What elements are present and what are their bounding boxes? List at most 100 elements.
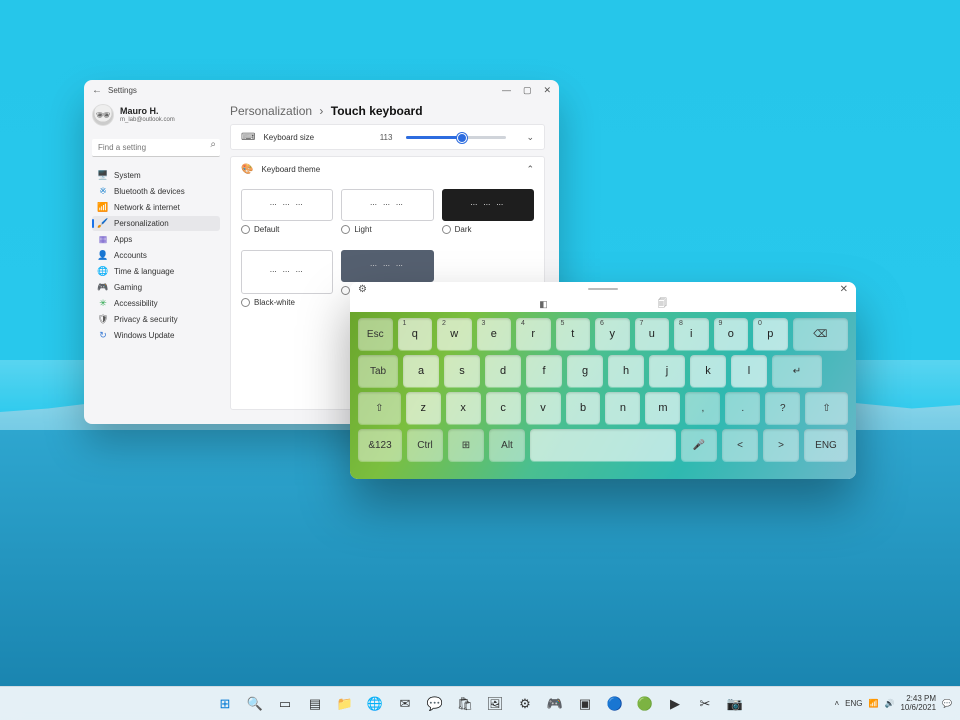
key-Esc[interactable]: Esc: [358, 318, 393, 350]
key-v[interactable]: v: [526, 392, 561, 424]
theme-radio[interactable]: Default: [241, 225, 333, 234]
sidebar-item-pers[interactable]: 🖌️Personalization: [92, 216, 220, 231]
sidebar-item-apps[interactable]: ▦Apps: [92, 232, 220, 247]
taskbar-explorer[interactable]: 📁: [333, 692, 357, 716]
taskbar-app2[interactable]: 🟢: [633, 692, 657, 716]
key-Tab[interactable]: Tab: [358, 355, 398, 387]
taskbar-widgets[interactable]: ▤: [303, 692, 327, 716]
key->[interactable]: >: [763, 429, 799, 461]
key-Ctrl[interactable]: Ctrl: [407, 429, 443, 461]
key-y[interactable]: 6y: [595, 318, 630, 350]
key-s[interactable]: s: [444, 355, 480, 387]
key-r[interactable]: 4r: [516, 318, 551, 350]
search-input[interactable]: [92, 139, 220, 157]
key-.[interactable]: .: [725, 392, 760, 424]
user-block[interactable]: 🕶 Mauro H. m_lab@outlook.com: [92, 104, 220, 126]
sidebar-item-acct[interactable]: 👤Accounts: [92, 248, 220, 263]
gear-icon[interactable]: ⚙: [358, 284, 367, 295]
tk-close-button[interactable]: ✕: [840, 284, 848, 295]
key-⌫[interactable]: ⌫: [793, 318, 849, 350]
taskbar-app3[interactable]: ▶: [663, 692, 687, 716]
taskbar-store[interactable]: 🛍: [453, 692, 477, 716]
clock[interactable]: 2:43 PM 10/6/2021: [900, 695, 936, 713]
settings-titlebar[interactable]: ← Settings — ▢ ✕: [84, 80, 559, 100]
theme-option-default[interactable]: Default: [241, 189, 333, 234]
taskbar-taskview[interactable]: ▭: [273, 692, 297, 716]
sidebar-item-time[interactable]: 🌐Time & language: [92, 264, 220, 279]
key-m[interactable]: m: [645, 392, 680, 424]
key-n[interactable]: n: [605, 392, 640, 424]
key-⊞[interactable]: ⊞: [448, 429, 484, 461]
sidebar-item-acc[interactable]: ✳Accessibility: [92, 296, 220, 311]
tray-lang[interactable]: ENG: [845, 699, 862, 708]
volume-icon[interactable]: 🔊: [884, 699, 894, 708]
chevron-up-icon[interactable]: ⌃: [526, 164, 534, 175]
key-l[interactable]: l: [731, 355, 767, 387]
touch-keyboard-window[interactable]: ⚙ ✕ ◧ 🗐 Esc1q2w3e4r5t6y7u8i9o0p⌫ Tabasdf…: [350, 282, 856, 479]
minimize-button[interactable]: —: [502, 85, 511, 95]
key-Alt[interactable]: Alt: [489, 429, 525, 461]
key-e[interactable]: 3e: [477, 318, 512, 350]
key-↵[interactable]: ↵: [772, 355, 822, 387]
tk-titlebar[interactable]: ⚙ ✕: [350, 282, 856, 296]
size-slider[interactable]: [406, 136, 506, 139]
key-q[interactable]: 1q: [398, 318, 433, 350]
key-b[interactable]: b: [566, 392, 601, 424]
key-w[interactable]: 2w: [437, 318, 472, 350]
sidebar-item-system[interactable]: 🖥️System: [92, 168, 220, 183]
key-⇧[interactable]: ⇧: [358, 392, 401, 424]
back-button[interactable]: ←: [92, 85, 102, 96]
search-box[interactable]: ⌕: [92, 137, 220, 157]
key-t[interactable]: 5t: [556, 318, 591, 350]
key-<[interactable]: <: [722, 429, 758, 461]
key-🎤[interactable]: 🎤: [681, 429, 717, 461]
taskbar-edge[interactable]: 🌐: [363, 692, 387, 716]
notifications-icon[interactable]: 💬: [942, 699, 952, 708]
key-g[interactable]: g: [567, 355, 603, 387]
taskbar-start[interactable]: ⊞: [213, 692, 237, 716]
taskbar-snip[interactable]: ✂: [693, 692, 717, 716]
theme-option-light[interactable]: Light: [341, 189, 433, 234]
key-c[interactable]: c: [486, 392, 521, 424]
taskbar[interactable]: ⊞🔍▭▤📁🌐✉💬🛍🖼⚙🎮▣🔵🟢▶✂📷 ˄ ENG 📶 🔊 2:43 PM 10/…: [0, 686, 960, 720]
taskbar-camera[interactable]: 📷: [723, 692, 747, 716]
taskbar-mail[interactable]: ✉: [393, 692, 417, 716]
theme-header[interactable]: 🎨 Keyboard theme ⌃: [231, 157, 544, 181]
key-o[interactable]: 9o: [714, 318, 749, 350]
taskbar-settings[interactable]: ⚙: [513, 692, 537, 716]
theme-radio[interactable]: Black-white: [241, 298, 333, 307]
taskbar-teams[interactable]: 💬: [423, 692, 447, 716]
taskbar-xbox[interactable]: 🎮: [543, 692, 567, 716]
taskbar-photos[interactable]: 🖼: [483, 692, 507, 716]
clipboard-icon[interactable]: 🗐: [658, 296, 667, 312]
sidebar-item-priv[interactable]: 🛡Privacy & security: [92, 312, 220, 327]
taskbar-app1[interactable]: 🔵: [603, 692, 627, 716]
key-d[interactable]: d: [485, 355, 521, 387]
close-button[interactable]: ✕: [543, 85, 551, 96]
key-ENG[interactable]: ENG: [804, 429, 848, 461]
key-,[interactable]: ,: [685, 392, 720, 424]
tray-chevron-up-icon[interactable]: ˄: [834, 699, 839, 708]
key-&123[interactable]: &123: [358, 429, 402, 461]
key-p[interactable]: 0p: [753, 318, 788, 350]
key-⇧[interactable]: ⇧: [805, 392, 848, 424]
taskbar-terminal[interactable]: ▣: [573, 692, 597, 716]
key-f[interactable]: f: [526, 355, 562, 387]
breadcrumb-parent[interactable]: Personalization: [230, 104, 312, 118]
key-a[interactable]: a: [403, 355, 439, 387]
sidebar-item-net[interactable]: 📶Network & internet: [92, 200, 220, 215]
theme-radio[interactable]: Dark: [442, 225, 534, 234]
sidebar-item-gaming[interactable]: 🎮Gaming: [92, 280, 220, 295]
key-k[interactable]: k: [690, 355, 726, 387]
key-u[interactable]: 7u: [635, 318, 670, 350]
theme-option-dark[interactable]: Dark: [442, 189, 534, 234]
key-space[interactable]: [530, 429, 676, 461]
key-i[interactable]: 8i: [674, 318, 709, 350]
key-?[interactable]: ?: [765, 392, 800, 424]
sidebar-item-wu[interactable]: ↻Windows Update: [92, 328, 220, 343]
drag-handle[interactable]: [588, 288, 618, 290]
key-z[interactable]: z: [406, 392, 441, 424]
chevron-down-icon[interactable]: ⌄: [526, 132, 534, 143]
sidebar-item-bt[interactable]: ※Bluetooth & devices: [92, 184, 220, 199]
key-h[interactable]: h: [608, 355, 644, 387]
